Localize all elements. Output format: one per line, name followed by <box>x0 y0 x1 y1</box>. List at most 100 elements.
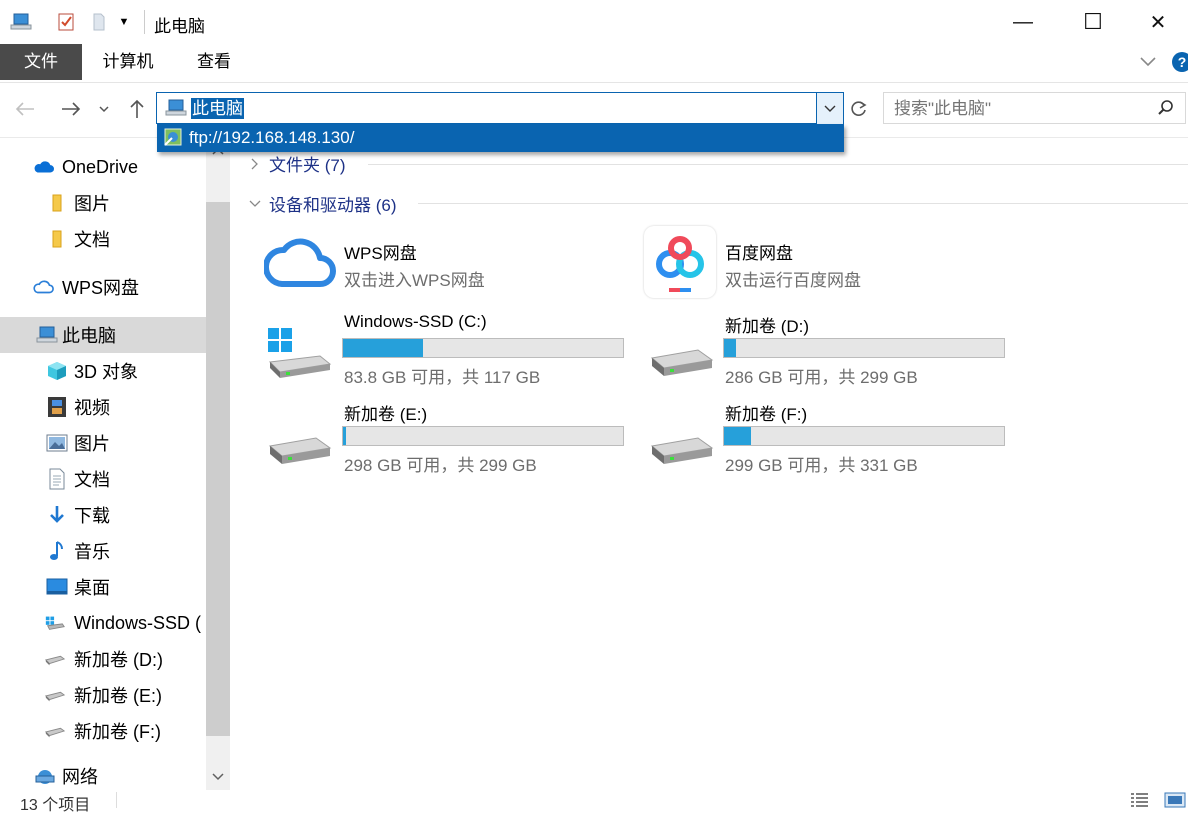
status-bar: 13 个项目 <box>0 790 1188 814</box>
drive-tile-d[interactable]: 新加卷 (D:) 286 GB 可用，共 299 GB <box>644 310 1014 390</box>
sidebar-item-label: 文档 <box>74 230 110 250</box>
drive-icon <box>44 720 66 742</box>
refresh-button[interactable] <box>846 93 872 125</box>
tab-file[interactable]: 文件 <box>0 44 82 80</box>
sidebar-item-this-pc[interactable]: 此电脑 <box>0 317 206 353</box>
sidebar-item-drive-c[interactable]: Windows-SSD ( <box>0 605 206 641</box>
sidebar-item-documents[interactable]: 文档 <box>0 461 206 497</box>
sidebar-item-network[interactable]: 网络 <box>0 759 206 793</box>
film-icon <box>46 396 68 418</box>
onedrive-icon <box>32 156 54 178</box>
computer-icon <box>36 324 58 346</box>
system-drive-icon <box>264 324 334 387</box>
expand-ribbon-icon[interactable] <box>1138 52 1158 72</box>
group-divider <box>418 203 1188 204</box>
sidebar-item-onedrive-pictures[interactable]: 图片 <box>0 185 206 221</box>
minimize-button[interactable]: — <box>988 0 1058 44</box>
customize-toolbar-icon[interactable]: ▼ <box>116 10 132 34</box>
drive-usage-fill <box>343 339 423 357</box>
drive-icon <box>646 418 716 475</box>
sidebar-item-onedrive[interactable]: OneDrive <box>0 149 206 185</box>
picture-icon <box>46 432 68 454</box>
sidebar-item-label: 文档 <box>74 470 110 490</box>
drive-tile-f[interactable]: 新加卷 (F:) 299 GB 可用，共 331 GB <box>644 398 1014 478</box>
baidu-netdisk-tile[interactable]: 百度网盘 双击运行百度网盘 <box>644 226 1004 298</box>
sidebar-item-wps-cloud[interactable]: WPS网盘 <box>0 269 206 305</box>
search-box[interactable] <box>883 92 1186 124</box>
drive-capacity: 286 GB 可用，共 299 GB <box>725 368 918 387</box>
sidebar-item-downloads[interactable]: 下载 <box>0 497 206 533</box>
document-icon <box>46 468 68 490</box>
sidebar-item-label: OneDrive <box>62 156 139 177</box>
item-count: 13 个项目 <box>20 797 91 814</box>
sidebar-item-pictures[interactable]: 图片 <box>0 425 206 461</box>
help-icon[interactable]: ? <box>1172 52 1188 72</box>
sidebar-item-videos[interactable]: 视频 <box>0 389 206 425</box>
sidebar-item-onedrive-documents[interactable]: 文档 <box>0 221 206 257</box>
tab-view[interactable]: 查看 <box>184 44 244 80</box>
sidebar-item-drive-e[interactable]: 新加卷 (E:) <box>0 677 206 713</box>
cube-icon <box>46 360 68 382</box>
sidebar-item-label: 桌面 <box>74 578 110 598</box>
back-button[interactable] <box>10 93 40 125</box>
search-input[interactable] <box>892 98 1146 120</box>
maximize-button[interactable]: ☐ <box>1058 0 1128 44</box>
address-suggestion-dropdown[interactable]: ftp://192.168.148.130/ <box>157 124 844 152</box>
wps-cloud-tile[interactable]: WPS网盘 双击进入WPS网盘 <box>262 226 622 298</box>
details-view-icon[interactable] <box>1130 792 1150 813</box>
music-icon <box>46 540 68 562</box>
chevron-down-icon <box>249 200 261 207</box>
status-divider <box>116 792 117 808</box>
group-header-devices[interactable]: 设备和驱动器 (6) <box>248 191 397 216</box>
address-text[interactable]: 此电脑 <box>191 98 244 119</box>
address-bar[interactable]: 此电脑 <box>156 92 844 126</box>
ftp-location-icon <box>162 126 184 153</box>
group-header-label: 文件夹 (7) <box>269 156 346 175</box>
tab-computer[interactable]: 计算机 <box>90 44 166 80</box>
drive-usage-bar <box>723 426 1005 446</box>
group-header-folders[interactable]: 文件夹 (7) <box>248 151 346 176</box>
close-icon: ✕ <box>1149 11 1167 34</box>
tile-name: 百度网盘 <box>725 244 793 263</box>
drive-tile-c[interactable]: Windows-SSD (C:) 83.8 GB 可用，共 117 GB <box>262 310 632 390</box>
drive-usage-fill <box>724 339 736 357</box>
search-icon[interactable] <box>1157 99 1175 122</box>
large-icons-view-icon[interactable] <box>1164 792 1186 813</box>
close-button[interactable]: ✕ <box>1128 0 1188 44</box>
sidebar-item-drive-f[interactable]: 新加卷 (F:) <box>0 713 206 749</box>
sidebar-item-label: 图片 <box>74 434 110 454</box>
computer-icon <box>165 99 187 122</box>
properties-icon[interactable] <box>54 10 78 34</box>
address-suggestion[interactable]: ftp://192.168.148.130/ <box>189 128 354 148</box>
scroll-down-button[interactable] <box>206 764 230 790</box>
forward-button[interactable] <box>56 93 86 125</box>
new-folder-icon[interactable] <box>88 10 110 34</box>
sidebar-item-music[interactable]: 音乐 <box>0 533 206 569</box>
scroll-thumb[interactable] <box>206 202 230 736</box>
up-button[interactable] <box>122 93 152 125</box>
desktop-icon <box>46 576 68 598</box>
sidebar-item-label: 下载 <box>74 506 110 526</box>
sidebar-item-3d-objects[interactable]: 3D 对象 <box>0 353 206 389</box>
sidebar-item-label: 新加卷 (D:) <box>74 650 163 670</box>
drive-usage-fill <box>724 427 751 445</box>
drive-usage-bar <box>342 426 624 446</box>
tile-subtitle: 双击进入WPS网盘 <box>344 271 485 290</box>
sidebar-item-label: 新加卷 (F:) <box>74 722 161 742</box>
folder-icon <box>46 192 68 214</box>
navigation-pane: OneDrive 图片 文档 WPS网盘 此电脑 3D 对象 视频 图片 文档 … <box>0 138 206 790</box>
address-dropdown-button[interactable] <box>816 92 844 126</box>
drive-tile-e[interactable]: 新加卷 (E:) 298 GB 可用，共 299 GB <box>262 398 632 478</box>
sidebar-item-label: Windows-SSD ( <box>74 612 202 633</box>
chevron-right-icon <box>251 158 258 169</box>
drive-capacity: 298 GB 可用，共 299 GB <box>344 456 537 475</box>
ribbon: 文件 计算机 查看 ? <box>0 44 1188 83</box>
sidebar-item-label: WPS网盘 <box>62 278 140 298</box>
recent-locations-button[interactable] <box>92 93 116 125</box>
sidebar-item-desktop[interactable]: 桌面 <box>0 569 206 605</box>
drive-icon <box>646 330 716 387</box>
sidebar-item-drive-d[interactable]: 新加卷 (D:) <box>0 641 206 677</box>
title-divider <box>144 10 145 34</box>
sidebar-scrollbar[interactable] <box>206 138 230 790</box>
download-icon <box>46 504 68 526</box>
